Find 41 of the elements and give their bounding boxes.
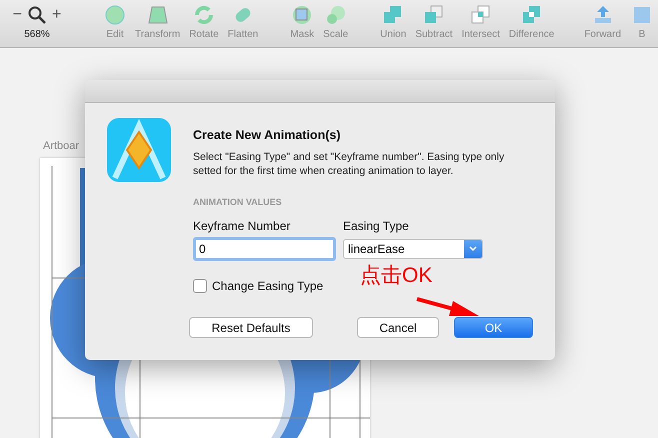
dialog-title: Create New Animation(s) bbox=[193, 128, 342, 142]
tool-label[interactable]: Union bbox=[380, 29, 406, 40]
tool-icon[interactable] bbox=[192, 4, 215, 26]
tool-icon[interactable] bbox=[104, 4, 126, 26]
checkbox[interactable] bbox=[193, 279, 207, 293]
annotation-text: 点击OK bbox=[360, 264, 432, 288]
easing-dropdown[interactable]: linearEase bbox=[343, 239, 483, 259]
tool-icon[interactable] bbox=[324, 4, 347, 26]
tool-label[interactable]: Forward bbox=[584, 29, 622, 40]
tool-label[interactable]: Intersect bbox=[462, 29, 500, 40]
keyframe-input[interactable]: 0 bbox=[193, 237, 336, 261]
keyframe-label: Keyframe Number bbox=[193, 219, 292, 233]
tool-icon[interactable] bbox=[470, 4, 492, 26]
dialog-description: Select "Easing Type" and set "Keyframe number". Easing type only setted for the first time when creating animation to layer. bbox=[193, 150, 506, 178]
tool-label[interactable]: Transform bbox=[135, 29, 180, 40]
tool-label[interactable]: Edit bbox=[106, 29, 124, 40]
checkbox-label[interactable]: Change Easing Type bbox=[212, 279, 324, 293]
pointer-arrow bbox=[415, 296, 481, 317]
artboard-label: Artboar bbox=[43, 140, 80, 152]
tool-label[interactable]: B bbox=[638, 29, 646, 40]
tool-icon[interactable] bbox=[146, 4, 169, 26]
zoom-in-button[interactable]: + bbox=[52, 6, 62, 24]
dialog-button[interactable]: Cancel bbox=[357, 317, 439, 338]
search-icon[interactable] bbox=[28, 6, 46, 24]
tool-label[interactable]: Rotate bbox=[189, 29, 219, 40]
dialog-button[interactable]: Reset Defaults bbox=[189, 317, 313, 338]
tool-icon[interactable] bbox=[291, 4, 314, 26]
tool-icon[interactable] bbox=[520, 4, 543, 26]
zoom-out-button[interactable]: − bbox=[12, 6, 22, 24]
tool-icon[interactable] bbox=[422, 4, 445, 26]
chevron-down-icon bbox=[469, 246, 477, 252]
dialog-button[interactable]: OK bbox=[454, 317, 533, 338]
tool-label[interactable]: Mask bbox=[290, 29, 314, 40]
tool-label[interactable]: Flatten bbox=[228, 29, 258, 40]
tool-label[interactable]: Scale bbox=[323, 29, 348, 40]
zoom-level: 568% bbox=[24, 29, 50, 40]
easing-label: Easing Type bbox=[343, 219, 410, 233]
section-heading: ANIMATION VALUES bbox=[193, 197, 283, 207]
tool-label[interactable]: Difference bbox=[508, 29, 554, 40]
tool-label[interactable]: Subtract bbox=[415, 29, 453, 40]
app-logo-icon bbox=[107, 118, 171, 182]
